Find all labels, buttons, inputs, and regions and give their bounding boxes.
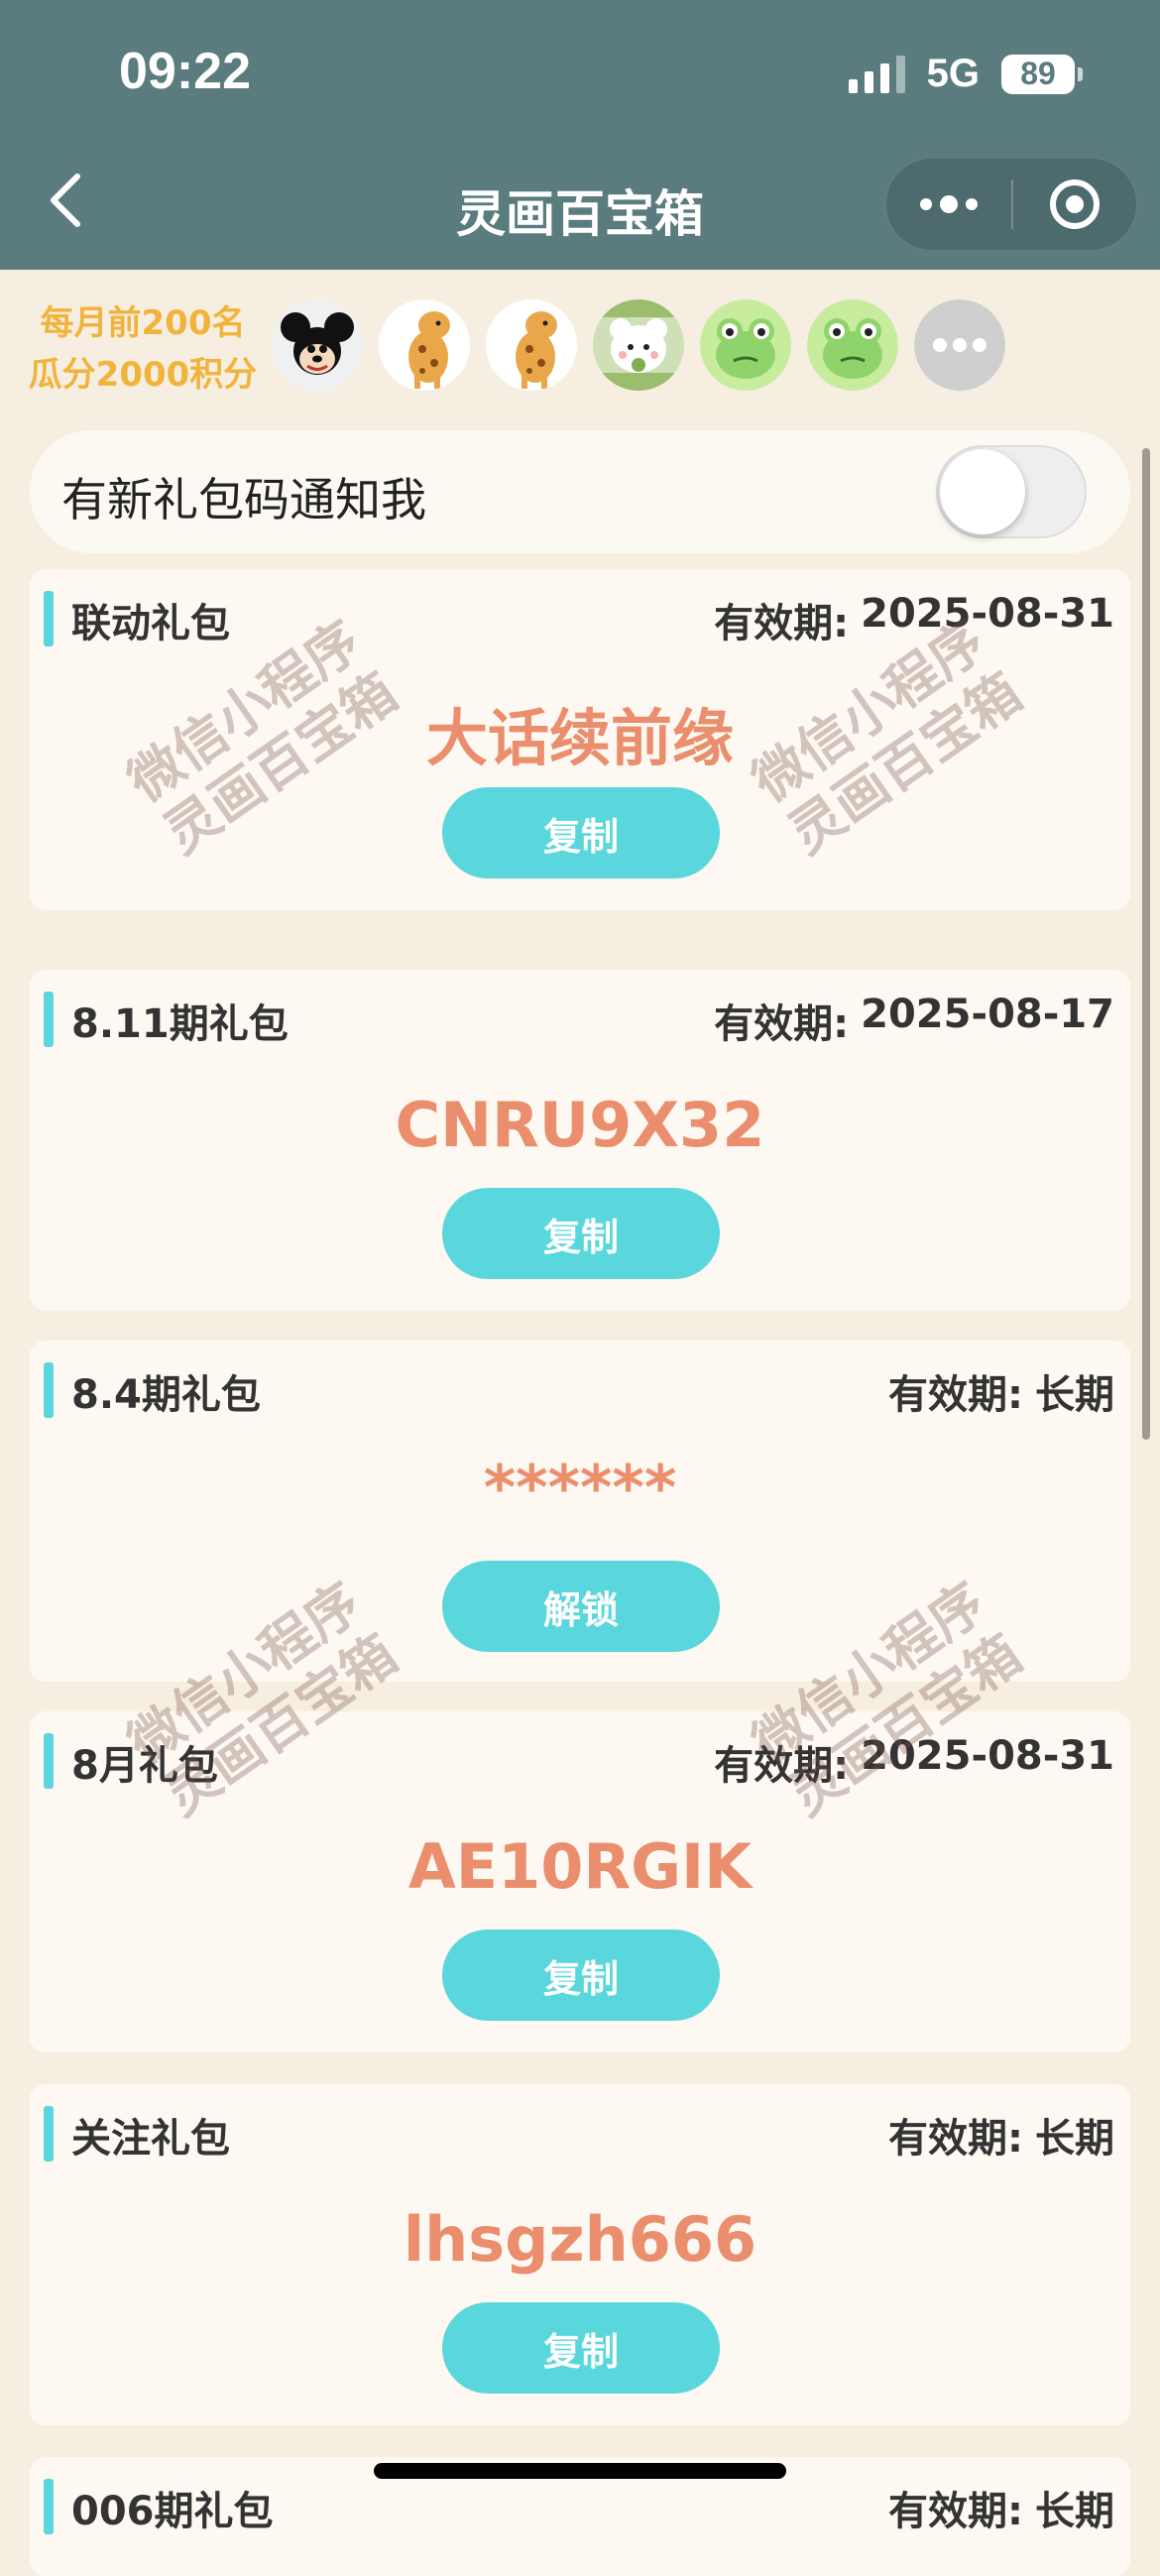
gift-title: 联动礼包 <box>71 601 230 646</box>
gift-expire: 有效期: 2025-08-31 <box>714 1733 1114 1789</box>
gift-card: 8.11期礼包 有效期: 2025-08-17 CNRU9X32 复制 <box>30 970 1130 1311</box>
gift-code: CNRU9X32 <box>395 1089 765 1161</box>
signal-icon <box>848 55 905 93</box>
copy-button[interactable]: 复制 <box>442 1930 720 2021</box>
more-button[interactable] <box>886 159 1011 250</box>
gift-title: 8.11期礼包 <box>71 1001 289 1047</box>
mickey-avatar <box>272 299 363 391</box>
gift-code: AE10RGIK <box>407 1830 753 1903</box>
giraffe-avatar <box>379 299 470 391</box>
copy-button[interactable]: 复制 <box>442 2302 720 2394</box>
status-indicators: 5G 89 <box>848 52 1083 96</box>
toggle-knob <box>940 449 1025 534</box>
gift-card: 关注礼包 有效期: 长期 lhsgzh666 复制 <box>30 2084 1130 2425</box>
target-circle-icon <box>1049 179 1100 229</box>
scrollbar[interactable] <box>1142 448 1150 1440</box>
bear-avatar <box>593 299 684 391</box>
gift-title: 006期礼包 <box>71 2489 274 2534</box>
copy-button[interactable]: 复制 <box>442 1188 720 1279</box>
gift-card: 8月礼包 有效期: 2025-08-31 AE10RGIK 复制 <box>30 1711 1130 2052</box>
gift-code: 大话续前缘 <box>425 702 734 774</box>
gift-card: 联动礼包 有效期: 2025-08-31 大话续前缘 复制 <box>30 569 1130 910</box>
copy-button[interactable]: 复制 <box>442 787 720 878</box>
gift-code: lhsgzh666 <box>403 2203 757 2276</box>
status-time: 09:22 <box>119 43 251 100</box>
frog-avatar <box>700 299 791 391</box>
gift-expire: 有效期: 长期 <box>888 2489 1114 2534</box>
unlock-button[interactable]: 解锁 <box>442 1561 720 1652</box>
gift-expire: 有效期: 2025-08-17 <box>714 992 1114 1047</box>
gift-card: 8.4期礼包 有效期: 长期 ****** 解锁 <box>30 1341 1130 1682</box>
notify-row: 有新礼包码通知我 <box>30 430 1130 553</box>
gift-expire: 有效期: 长期 <box>888 1372 1114 1418</box>
close-program-button[interactable] <box>1013 159 1136 250</box>
battery-icon: 89 <box>1001 54 1083 94</box>
gift-title: 8月礼包 <box>71 1743 218 1789</box>
home-indicator[interactable] <box>374 2463 786 2479</box>
gift-expire: 有效期: 长期 <box>888 2116 1114 2162</box>
gift-title: 8.4期礼包 <box>71 1372 261 1418</box>
more-avatars-icon[interactable] <box>914 299 1005 391</box>
gift-code-masked: ****** <box>483 1452 677 1524</box>
notify-toggle[interactable] <box>936 445 1087 538</box>
mini-program-capsule <box>884 157 1138 252</box>
more-dots-icon <box>920 198 932 210</box>
top-bar: 09:22 5G 89 灵画百宝箱 <box>0 0 1160 270</box>
gift-expire: 有效期: 2025-08-31 <box>714 591 1114 646</box>
gift-title: 关注礼包 <box>71 2116 230 2162</box>
network-type: 5G <box>926 52 980 95</box>
ranking-row[interactable]: 每月前200名 瓜分2000积分 <box>0 278 1160 416</box>
ranking-text: 每月前200名 瓜分2000积分 <box>28 303 258 395</box>
frog-avatar <box>807 299 898 391</box>
giraffe-avatar <box>486 299 577 391</box>
notify-label: 有新礼包码通知我 <box>61 473 426 527</box>
